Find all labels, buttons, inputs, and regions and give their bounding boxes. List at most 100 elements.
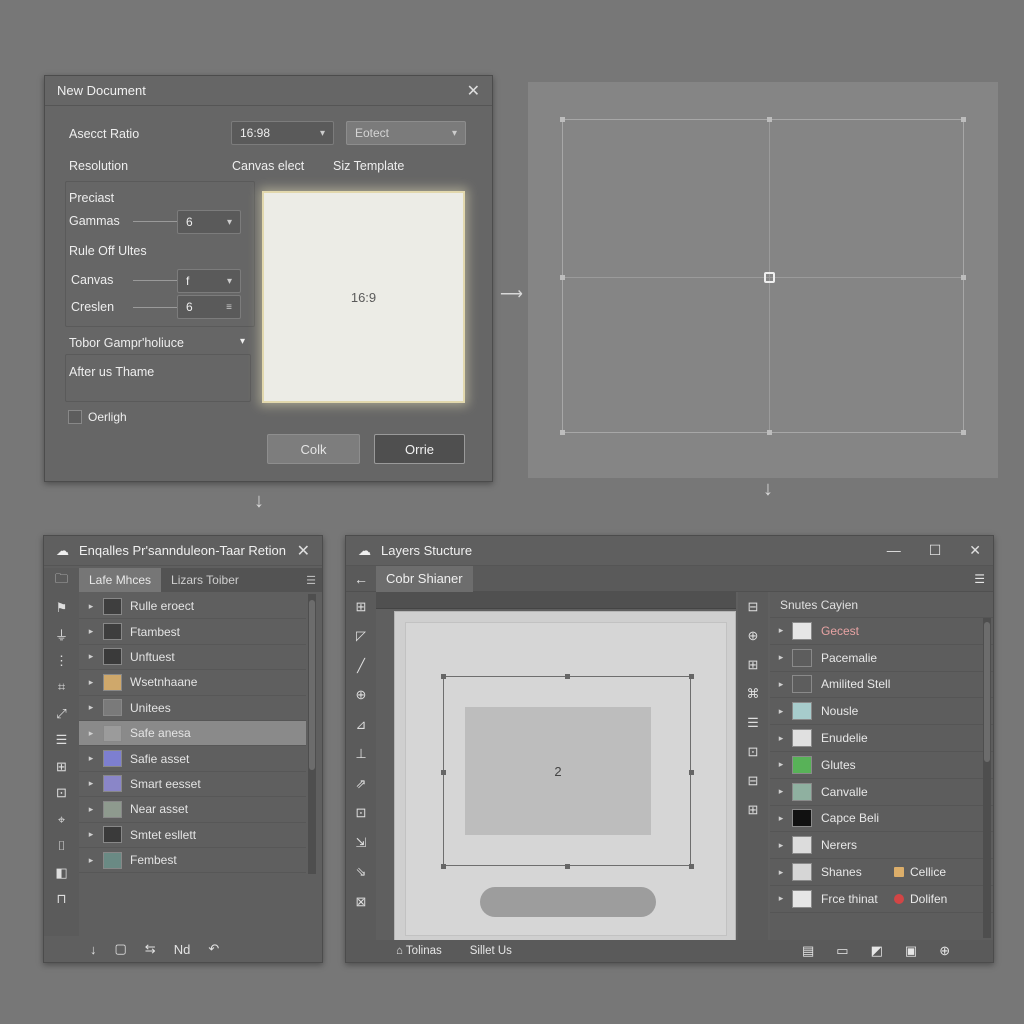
expand-triangle-icon[interactable]: ▸ <box>770 679 792 690</box>
resize-handle[interactable] <box>565 674 570 679</box>
resize-handle[interactable] <box>560 275 565 280</box>
resize-handle[interactable] <box>560 117 565 122</box>
layer-row[interactable]: ▸ Enudelie <box>770 725 993 752</box>
tab-lafe-mhces[interactable]: Lafe Mhces <box>79 568 162 592</box>
tab-color-shianer[interactable]: Cobr Shianer <box>376 565 473 592</box>
close-icon[interactable]: ✕ <box>969 542 981 559</box>
expand-triangle-icon[interactable]: ▸ <box>770 893 792 904</box>
list-item[interactable]: ▸ Safie asset <box>79 746 306 772</box>
layers-scrollbar[interactable] <box>983 618 991 938</box>
tool-icon[interactable]: ⏚ <box>44 621 79 648</box>
scrollbar-thumb[interactable] <box>984 622 990 762</box>
footer-action-icon[interactable]: Nd <box>174 942 191 957</box>
tool-icon[interactable]: ⊞ <box>738 650 768 679</box>
layer-extra-tag[interactable]: Cellice <box>894 865 946 879</box>
tool-icon[interactable]: ⊓ <box>44 886 79 913</box>
layer-row[interactable]: ▸ Nousle <box>770 698 993 726</box>
minimize-icon[interactable]: — <box>887 542 901 559</box>
expand-triangle-icon[interactable]: ▸ <box>770 652 792 663</box>
resize-handle[interactable] <box>441 770 446 775</box>
tab-lizars-toiber[interactable]: Lizars Toiber <box>161 568 249 592</box>
close-icon[interactable]: ✕ <box>467 81 480 101</box>
tool-icon[interactable]: ⊡ <box>738 737 768 766</box>
tool-icon[interactable]: ⊕ <box>346 681 376 711</box>
tool-icon[interactable]: ⊞ <box>738 795 768 824</box>
tool-icon[interactable]: ⇲ <box>346 828 376 858</box>
list-item[interactable]: ▸ Unftuest <box>79 645 306 671</box>
resize-handle[interactable] <box>441 864 446 869</box>
resize-handle[interactable] <box>961 117 966 122</box>
list-item[interactable]: ▸ Wsetnhaane <box>79 670 306 696</box>
tool-icon[interactable]: ⇗ <box>346 769 376 799</box>
expand-triangle-icon[interactable]: ▸ <box>770 867 792 878</box>
tool-icon[interactable]: ⊟ <box>738 592 768 621</box>
layer-row[interactable]: ▸ Canvalle <box>770 779 993 806</box>
footer-action-icon[interactable]: ↓ <box>90 942 97 957</box>
tool-icon[interactable]: ⚑ <box>44 595 79 622</box>
expand-triangle-icon[interactable]: ▸ <box>770 625 792 636</box>
list-item[interactable]: ▸ Smart eesset <box>79 772 306 798</box>
expand-triangle-icon[interactable]: ▸ <box>770 840 792 851</box>
option-checkbox[interactable] <box>68 410 82 424</box>
layer-row[interactable]: ▸ Capce Beli <box>770 806 993 833</box>
close-icon[interactable]: ✕ <box>297 541 310 561</box>
list-item[interactable]: ▸ Rulle eroect <box>79 594 306 620</box>
expand-triangle-icon[interactable]: ▸ <box>79 753 103 764</box>
layer-row[interactable]: ▸ Shanes Cellice <box>770 859 993 886</box>
tool-icon[interactable]: ⊞ <box>346 592 376 622</box>
footer-action-icon[interactable]: ▢ <box>115 941 127 957</box>
expand-triangle-icon[interactable]: ▸ <box>770 786 792 797</box>
resize-handle[interactable] <box>689 864 694 869</box>
footer-action-icon[interactable]: ▣ <box>905 943 917 959</box>
tool-icon[interactable]: ⊥ <box>346 740 376 770</box>
resize-handle[interactable] <box>961 430 966 435</box>
layer-row[interactable]: ▸ Amilited Stell <box>770 672 993 699</box>
tool-icon[interactable]: ◧ <box>44 860 79 887</box>
layer-row[interactable]: ▸ Gecest <box>770 618 993 645</box>
tool-icon[interactable]: ⌖ <box>44 807 79 834</box>
cancel-button[interactable]: Orrie <box>374 434 465 464</box>
tool-icon[interactable]: ⊠ <box>346 887 376 917</box>
expand-triangle-icon[interactable]: ▸ <box>79 728 103 739</box>
expand-triangle-icon[interactable]: ▸ <box>79 601 103 612</box>
tool-icon[interactable]: ⤢ <box>44 701 79 728</box>
maximize-icon[interactable]: ☐ <box>929 542 942 559</box>
back-arrow-icon[interactable]: ← <box>346 571 376 587</box>
layer-row[interactable]: ▸ Glutes <box>770 752 993 779</box>
expand-triangle-icon[interactable]: ▸ <box>79 778 103 789</box>
footer-action-icon[interactable]: ◩ <box>871 943 883 959</box>
document-canvas[interactable]: 2 <box>394 611 736 945</box>
expand-triangle-icon[interactable]: ▸ <box>79 804 103 815</box>
tool-icon[interactable]: ⌘ <box>738 679 768 708</box>
expand-triangle-icon[interactable]: ▸ <box>770 733 792 744</box>
layer-row[interactable]: ▸ Frce thinat Dolifen <box>770 886 993 913</box>
resize-handle[interactable] <box>689 770 694 775</box>
tool-icon[interactable]: ⊞ <box>44 754 79 781</box>
panel-menu-icon[interactable]: ☰ <box>306 574 316 587</box>
expand-triangle-icon[interactable]: ▸ <box>79 702 103 713</box>
list-item[interactable]: ▸ Safe anesa <box>79 720 306 747</box>
footer-action-icon[interactable]: ▤ <box>802 943 814 959</box>
footer-action-icon[interactable]: ⇆ <box>145 941 156 957</box>
tool-icon[interactable]: ⊟ <box>738 766 768 795</box>
resize-handle[interactable] <box>961 275 966 280</box>
expand-triangle-icon[interactable]: ▸ <box>79 855 103 866</box>
inner-frame[interactable]: 2 <box>465 707 651 835</box>
layer-extra-tag[interactable]: Dolifen <box>894 892 947 906</box>
tool-icon[interactable]: ⊡ <box>346 799 376 829</box>
footer-action-icon[interactable]: ▭ <box>836 943 848 959</box>
tool-icon[interactable]: ⊿ <box>346 710 376 740</box>
list-item[interactable]: ▸ Ftambest <box>79 619 306 645</box>
resize-handle[interactable] <box>565 864 570 869</box>
tool-icon[interactable]: ⇘ <box>346 858 376 888</box>
ok-button[interactable]: Colk <box>267 434 360 464</box>
list-item[interactable]: ▸ Near asset <box>79 797 306 823</box>
menu-icon[interactable]: ☰ <box>974 572 985 586</box>
tool-icon[interactable]: 🗀 <box>44 568 79 595</box>
resize-handle[interactable] <box>560 430 565 435</box>
tool-icon[interactable]: ⋮ <box>44 648 79 675</box>
resize-handle[interactable] <box>767 430 772 435</box>
tool-icon[interactable]: ⌷ <box>44 833 79 860</box>
tool-icon[interactable]: ◸ <box>346 622 376 652</box>
list-item[interactable]: ▸ Smtet esllett <box>79 823 306 848</box>
